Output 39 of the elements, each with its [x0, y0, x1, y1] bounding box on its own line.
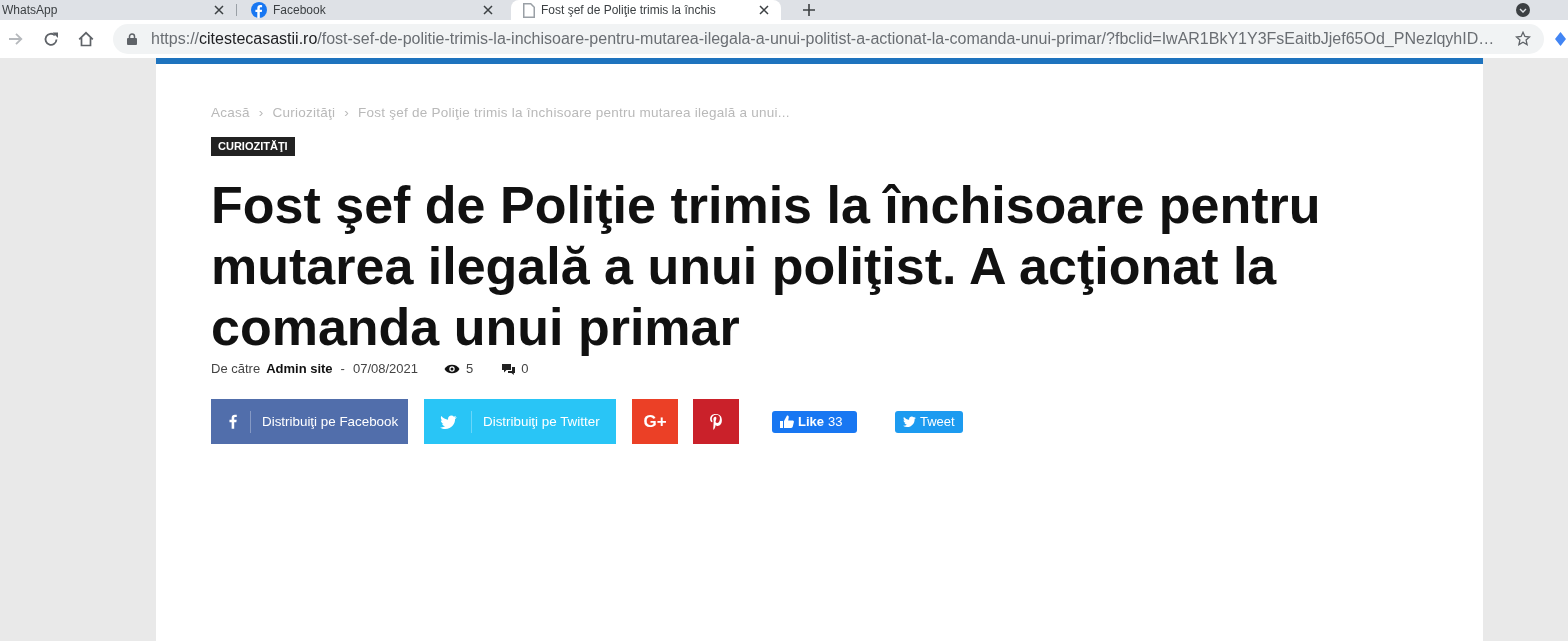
publish-date: 07/08/2021: [352, 361, 419, 377]
diamond-icon[interactable]: [1555, 32, 1566, 46]
bird-icon: [903, 416, 916, 427]
browser-tab[interactable]: WhatsApp: [0, 0, 236, 20]
share-button[interactable]: Distribuiţi pe Facebook: [211, 399, 408, 444]
tweet-button[interactable]: Tweet: [895, 410, 963, 433]
address-bar[interactable]: https://citestecasastii.ro/fost-sef-de-politie-trimis-la-inchisoare-pentru-mutarea-ilegala-a-unui-politist-a-actionat-la-comanda-unui-primar/?fbclid=IwAR1BkY1Y3FsEaitbJjef65Od_PNezlqyhID…: [113, 24, 1544, 54]
meta-separator: -: [340, 361, 345, 377]
browser-tab[interactable]: Facebook: [237, 0, 505, 20]
star-icon[interactable]: [1515, 31, 1531, 47]
facebook-icon: [251, 2, 267, 18]
like-button[interactable]: Like 33: [772, 410, 857, 433]
author-name[interactable]: Admin site: [266, 361, 333, 377]
byline-label: De către: [211, 361, 261, 377]
bird-icon: [440, 414, 457, 429]
article-title: Fost şef de Poliţie trimis la închisoare pentru mutarea ilegală a unui poliţist. A acţionat la comanda unui primar: [211, 175, 1322, 358]
close-icon[interactable]: [483, 5, 493, 15]
comment-count: 0: [521, 361, 529, 377]
breadcrumb-separator: ›: [344, 104, 350, 122]
speech-bubble-icon: [502, 363, 516, 375]
facebook-icon: [229, 414, 237, 429]
page-icon: [523, 2, 535, 18]
lock-icon: [127, 33, 137, 45]
reload-icon[interactable]: [43, 31, 59, 47]
share-button[interactable]: G+: [632, 399, 678, 444]
circle-icon[interactable]: [1516, 3, 1530, 17]
view-count: 5: [466, 361, 474, 377]
thumbs-up-icon: [780, 415, 794, 428]
close-icon[interactable]: [214, 5, 224, 15]
close-icon[interactable]: [759, 5, 769, 15]
share-button[interactable]: [693, 399, 739, 444]
breadcrumb-separator: ›: [258, 104, 264, 122]
plus-icon[interactable]: [803, 4, 815, 16]
category-tag[interactable]: CURIOZITĂŢI: [211, 137, 295, 156]
home-icon[interactable]: [78, 31, 94, 47]
eye-icon: [444, 364, 461, 374]
breadcrumb-current: Fost şef de Poliţie trimis la închisoare pentru mutarea ilegală a unui...: [358, 104, 790, 122]
browser-tab[interactable]: Fost şef de Poliţie trimis la închis: [511, 0, 781, 20]
pinterest-icon: [710, 413, 722, 430]
